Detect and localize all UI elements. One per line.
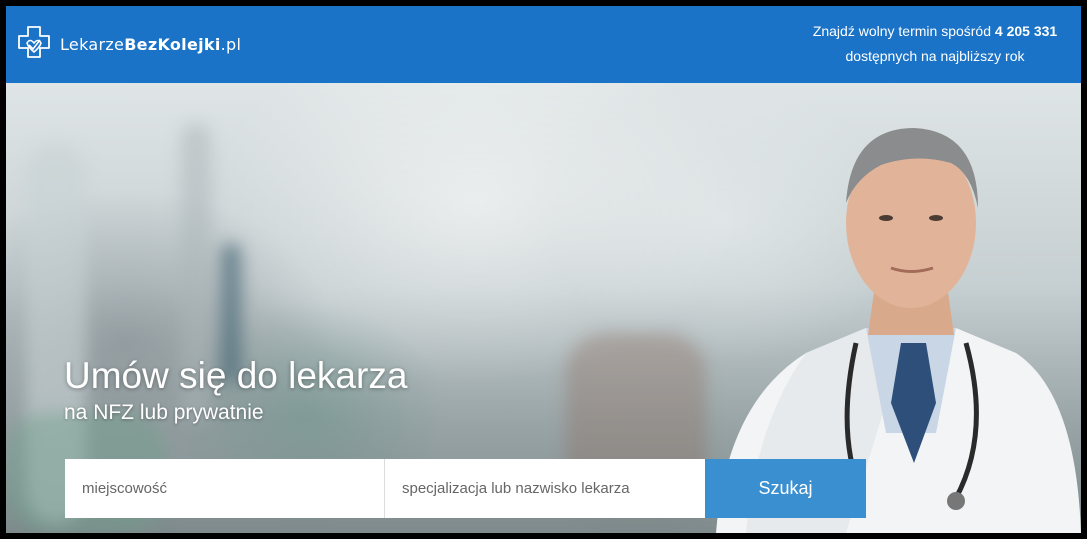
logo-text: LekarzeBezKolejki.pl — [60, 34, 242, 54]
medical-cross-heart-icon — [18, 26, 50, 58]
availability-tagline: Znajdź wolny termin spośród 4 205 331 do… — [812, 23, 1058, 64]
hero-title: Umów się do lekarza — [64, 355, 408, 396]
specialization-input[interactable] — [385, 459, 705, 518]
hero-subtitle: na NFZ lub prywatnie — [64, 401, 264, 424]
site-header: LekarzeBezKolejki.pl Znajdź wolny termin… — [6, 6, 1081, 83]
city-input[interactable] — [65, 459, 385, 518]
doctor-search-form: Szukaj — [65, 459, 866, 518]
hero-banner: Umów się do lekarza na NFZ lub prywatnie… — [6, 83, 1081, 533]
available-slots-count: 4 205 331 — [994, 23, 1058, 39]
site-logo[interactable]: LekarzeBezKolejki.pl — [14, 24, 241, 64]
browser-viewport: LekarzeBezKolejki.pl Znajdź wolny termin… — [6, 6, 1081, 533]
search-button[interactable]: Szukaj — [705, 459, 866, 518]
